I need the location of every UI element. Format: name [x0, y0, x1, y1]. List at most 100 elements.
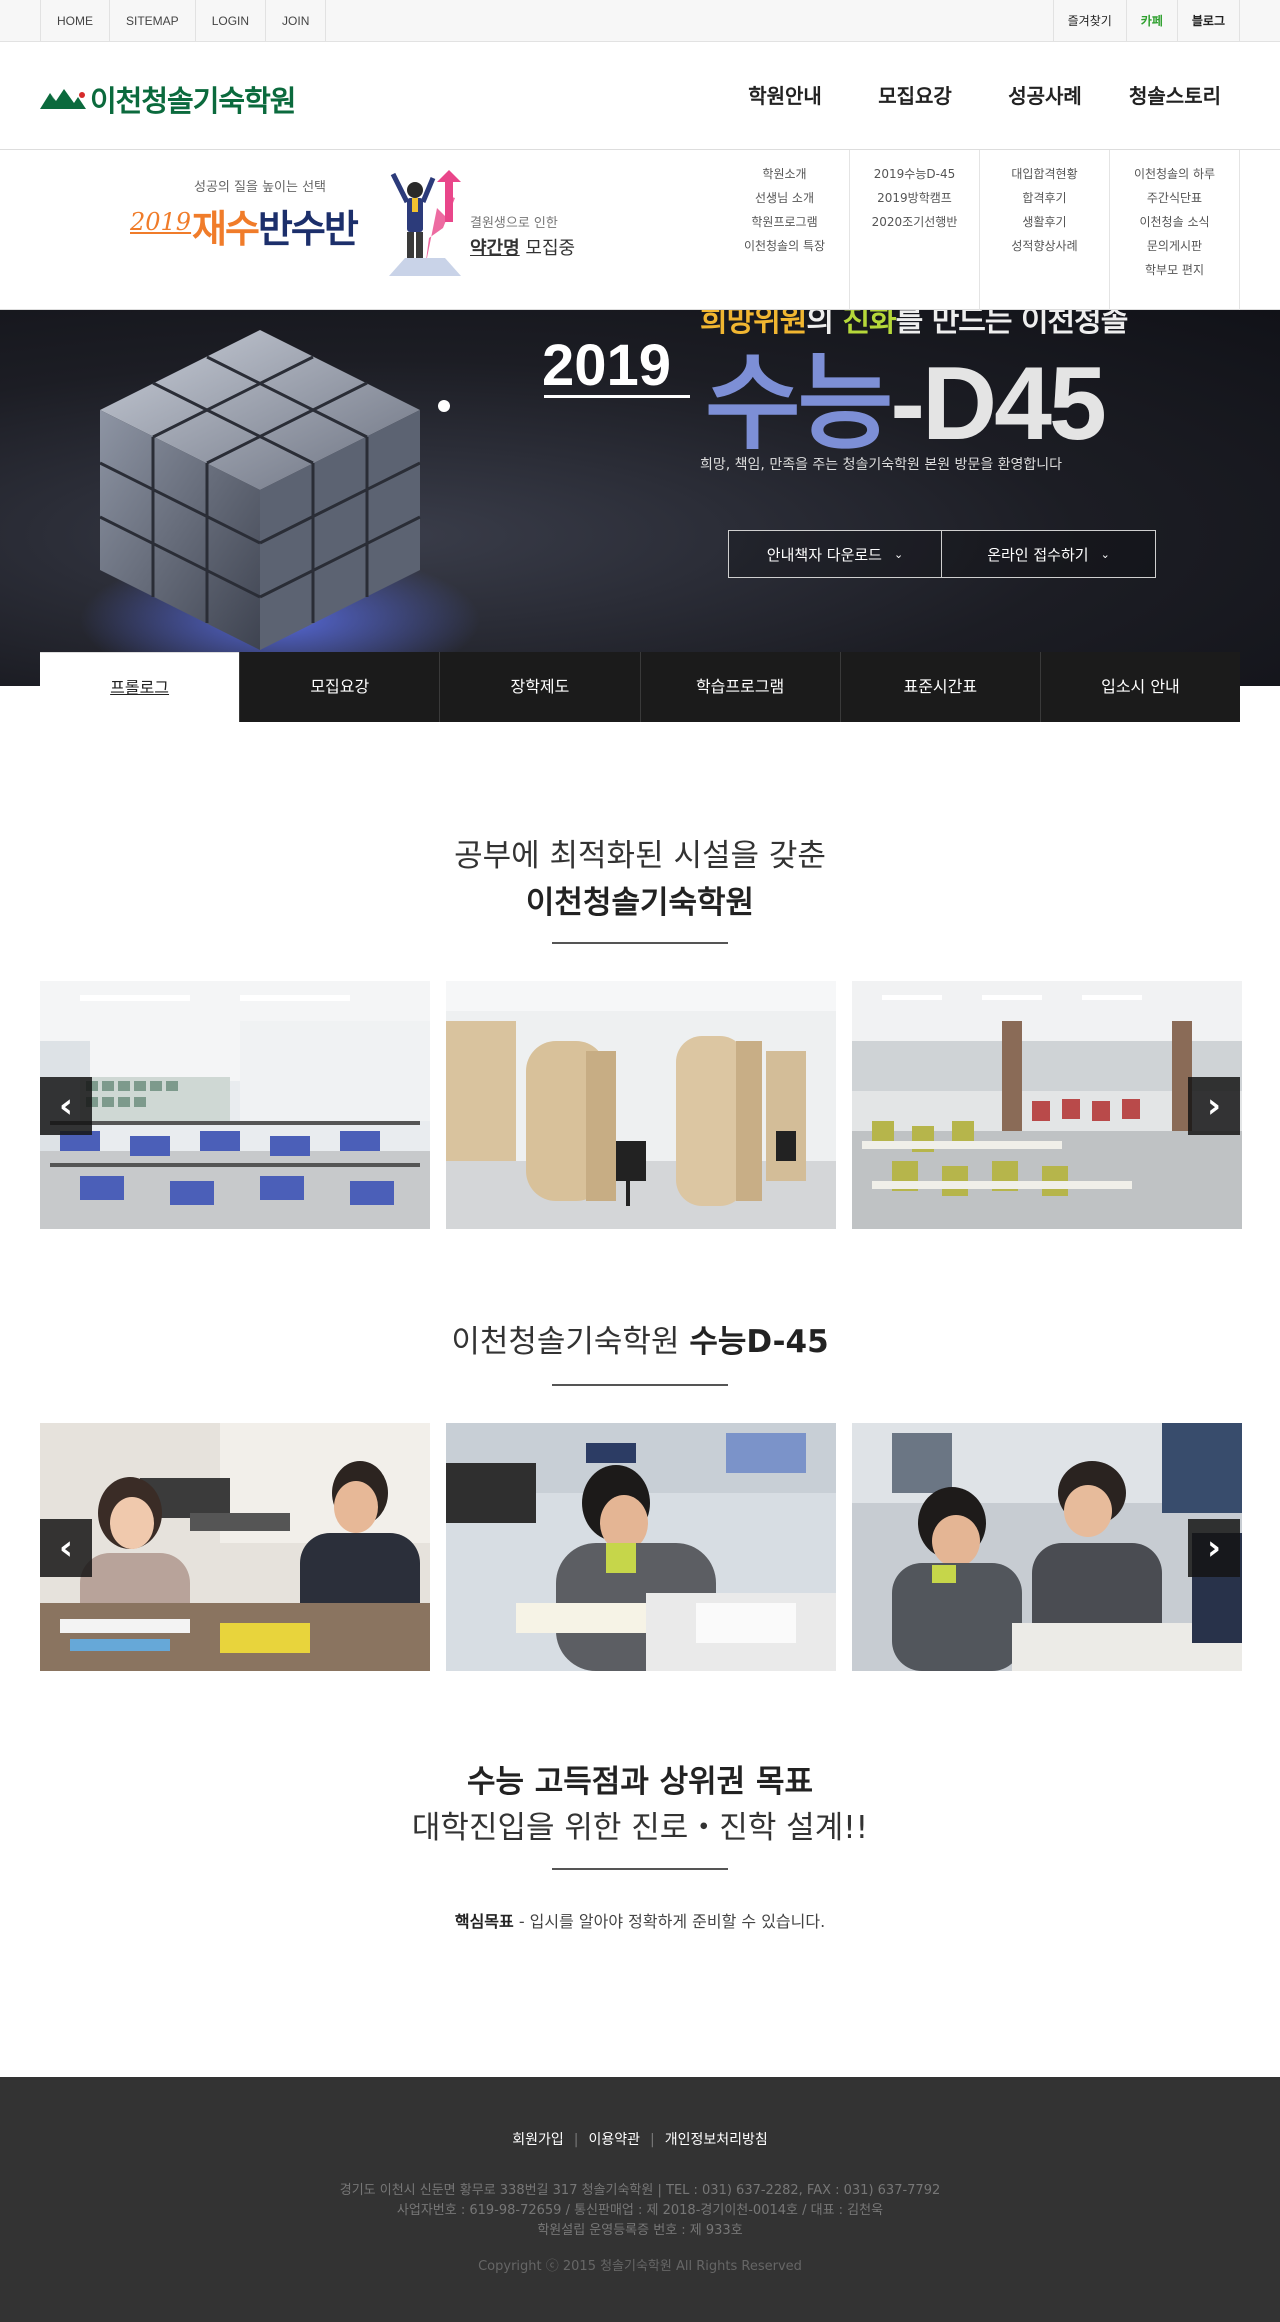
- facilities-heading-line2: 이천청솔기숙학원: [525, 885, 755, 921]
- d45-heading-bold: 수능D-45: [689, 1324, 829, 1360]
- submenu-item[interactable]: 학원소개: [720, 162, 849, 186]
- promo-right-line2: 약간명 모집중: [470, 234, 575, 260]
- facilities-heading: 공부에 최적화된 시설을 갖춘 이천청솔기숙학원: [0, 830, 1280, 922]
- promo-right-line1: 결원생으로 인한: [470, 216, 558, 231]
- footer-terms-link[interactable]: 이용약관: [588, 2132, 640, 2148]
- hero-title-suneung: 수능: [705, 346, 893, 462]
- site-header: 이천청솔기숙학원 학원안내 모집요강 성공사례 청솔스토리: [0, 42, 1280, 150]
- section-divider: [552, 942, 728, 944]
- nav-admissions[interactable]: 모집요강: [850, 42, 980, 150]
- logo-text: 이천청솔기숙학원: [90, 84, 296, 118]
- nav-academy-info[interactable]: 학원안내: [720, 42, 850, 150]
- submenu-item[interactable]: 대입합격현황: [980, 162, 1109, 186]
- page: HOME SITEMAP LOGIN JOIN 즐겨찾기 카페 블로그 이천청솔…: [0, 0, 1280, 2322]
- top-right-links: 즐겨찾기 카페 블로그: [1052, 0, 1240, 42]
- chevron-down-icon: ⌄: [893, 547, 904, 561]
- tab-admissions[interactable]: 모집요강: [239, 652, 440, 722]
- tab-timetable[interactable]: 표준시간표: [839, 652, 1040, 722]
- footer-signup-link[interactable]: 회원가입: [512, 2132, 564, 2148]
- top-utility-bar: HOME SITEMAP LOGIN JOIN 즐겨찾기 카페 블로그: [0, 0, 1280, 42]
- site-logo[interactable]: 이천청솔기숙학원: [40, 78, 296, 120]
- submenu-item[interactable]: 문의게시판: [1110, 234, 1239, 258]
- chevron-left-icon: ‹: [58, 1086, 73, 1126]
- hero-description: 희망, 책임, 만족을 주는 청솔기숙학원 본원 방문을 환영합니다: [700, 457, 1063, 473]
- footer-separator: |: [573, 2132, 579, 2148]
- gallery-prev-button[interactable]: ‹: [40, 1077, 92, 1135]
- goal-description: 핵심목표 - 입시를 알아야 정확하게 준비할 수 있습니다.: [0, 1908, 1280, 1932]
- blog-link[interactable]: 블로그: [1176, 0, 1240, 42]
- goal-desc-bold: 핵심목표: [454, 1912, 514, 1931]
- tutoring-photo[interactable]: [852, 1423, 1242, 1671]
- online-apply-label: 온라인 접수하기: [987, 545, 1089, 564]
- submenu-col-story: 이천청솔의 하루 주간식단표 이천청솔 소식 문의게시판 학부모 편지: [1110, 150, 1240, 310]
- join-link[interactable]: JOIN: [265, 0, 327, 42]
- hero-year-underline: [544, 395, 690, 398]
- online-apply-button[interactable]: 온라인 접수하기 ⌄: [942, 530, 1156, 578]
- hero-buttons: 안내책자 다운로드 ⌄ 온라인 접수하기 ⌄: [728, 530, 1156, 578]
- submenu-item[interactable]: 2019수능D-45: [850, 162, 979, 186]
- submenu-columns: 학원소개 선생님 소개 학원프로그램 이천청솔의 특장 2019수능D-45 2…: [720, 150, 1240, 310]
- tab-scholarship[interactable]: 장학제도: [439, 652, 640, 722]
- submenu-item[interactable]: 이천청솔의 하루: [1110, 162, 1239, 186]
- chevron-right-icon: ›: [1206, 1086, 1221, 1126]
- submenu-item[interactable]: 2020조기선행반: [850, 210, 979, 234]
- footer-info-registration: 학원설립 운영등록증 번호 : 제 933호: [537, 2223, 743, 2238]
- submenu-item[interactable]: 합격후기: [980, 186, 1109, 210]
- footer-copyright: Copyright ⓒ 2015 청솔기숙학원 All Rights Reser…: [478, 2259, 802, 2274]
- gallery-next-button[interactable]: ›: [1188, 1519, 1240, 1577]
- brochure-download-button[interactable]: 안내책자 다운로드 ⌄: [728, 530, 942, 578]
- home-link[interactable]: HOME: [40, 0, 109, 42]
- goal-desc-rest: - 입시를 알아야 정확하게 준비할 수 있습니다.: [513, 1912, 826, 1931]
- hero-title-d45: -D45: [890, 346, 1106, 462]
- sitemap-link[interactable]: SITEMAP: [109, 0, 195, 42]
- chevron-right-icon: ›: [1206, 1528, 1221, 1568]
- gallery-prev-button[interactable]: ‹: [40, 1519, 92, 1577]
- counseling-photo[interactable]: [40, 1423, 430, 1671]
- classroom-photo[interactable]: [40, 981, 430, 1229]
- student-figure-icon: [389, 170, 461, 276]
- login-link[interactable]: LOGIN: [194, 0, 265, 42]
- submenu-col-success: 대입합격현황 합격후기 생활후기 성적향상사례: [980, 150, 1110, 310]
- top-left-links: HOME SITEMAP LOGIN JOIN: [40, 0, 327, 42]
- cube-illustration: [80, 330, 480, 686]
- goal-heading-line1: 수능 고득점과 상위권 목표: [466, 1764, 814, 1800]
- promo-right-rest: 모집중: [519, 238, 576, 259]
- nav-success-stories[interactable]: 성공사례: [980, 42, 1110, 150]
- section-divider: [552, 1384, 728, 1386]
- submenu-item[interactable]: 학원프로그램: [720, 210, 849, 234]
- bookmark-link[interactable]: 즐겨찾기: [1052, 0, 1126, 42]
- tab-prologue[interactable]: 프롤로그: [40, 652, 240, 722]
- site-footer: 회원가입 | 이용약관 | 개인정보처리방침 경기도 이천시 신둔면 황무로 338번길…: [0, 2077, 1280, 2322]
- facilities-heading-line1: 공부에 최적화된 시설을 갖춘: [454, 838, 826, 874]
- studying-student-photo[interactable]: [446, 1423, 836, 1671]
- cafe-link[interactable]: 카페: [1125, 0, 1177, 42]
- submenu-item[interactable]: 이천청솔의 특장: [720, 234, 849, 258]
- cafeteria-photo[interactable]: [852, 981, 1242, 1229]
- submenu-item[interactable]: 학부모 편지: [1110, 258, 1239, 282]
- nav-cheongsol-story[interactable]: 청솔스토리: [1110, 42, 1240, 150]
- promo-title-navy: 반수반: [257, 207, 359, 251]
- submenu-item[interactable]: 선생님 소개: [720, 186, 849, 210]
- tab-admission-guide[interactable]: 입소시 안내: [1039, 652, 1241, 722]
- submenu-item[interactable]: 2019방학캠프: [850, 186, 979, 210]
- submenu-item[interactable]: 생활후기: [980, 210, 1109, 234]
- footer-privacy-link[interactable]: 개인정보처리방침: [665, 2132, 768, 2148]
- hero-title: 수능-D45: [705, 318, 1107, 469]
- hero-banner: 희망위원의 진화를 만드는 이천청솔 2019 수능-D45 희망, 책임, 만…: [0, 310, 1280, 686]
- footer-company-info: 경기도 이천시 신둔면 황무로 338번길 317 청솔기숙학원 | TEL :…: [0, 2181, 1280, 2241]
- submenu-item[interactable]: 이천청솔 소식: [1110, 210, 1239, 234]
- promo-title: 재수반수반: [192, 198, 359, 253]
- gallery-next-button[interactable]: ›: [1188, 1077, 1240, 1135]
- goal-heading-line2: 대학진입을 위한 진로・진학 설계!!: [411, 1810, 869, 1846]
- d45-heading: 이천청솔기숙학원 수능D-45: [0, 1316, 1280, 1361]
- mountain-logo-icon: [40, 89, 86, 109]
- submenu-item[interactable]: 성적향상사례: [980, 234, 1109, 258]
- tab-study-program[interactable]: 학습프로그램: [639, 652, 840, 722]
- d45-heading-normal: 이천청솔기숙학원: [451, 1324, 690, 1360]
- footer-info-address: 경기도 이천시 신둔면 황무로 338번길 317 청솔기숙학원 | TEL :…: [339, 2183, 941, 2198]
- promo-banner[interactable]: 성공의 질을 높이는 선택 2019 재수반수반 결원생으로 인한 약간명 모집…: [130, 168, 580, 288]
- study-booth-photo[interactable]: [446, 981, 836, 1229]
- content-tabs: 프롤로그 모집요강 장학제도 학습프로그램 표준시간표 입소시 안내: [40, 652, 1241, 722]
- submenu-item[interactable]: 주간식단표: [1110, 186, 1239, 210]
- promo-year: 2019: [130, 208, 192, 236]
